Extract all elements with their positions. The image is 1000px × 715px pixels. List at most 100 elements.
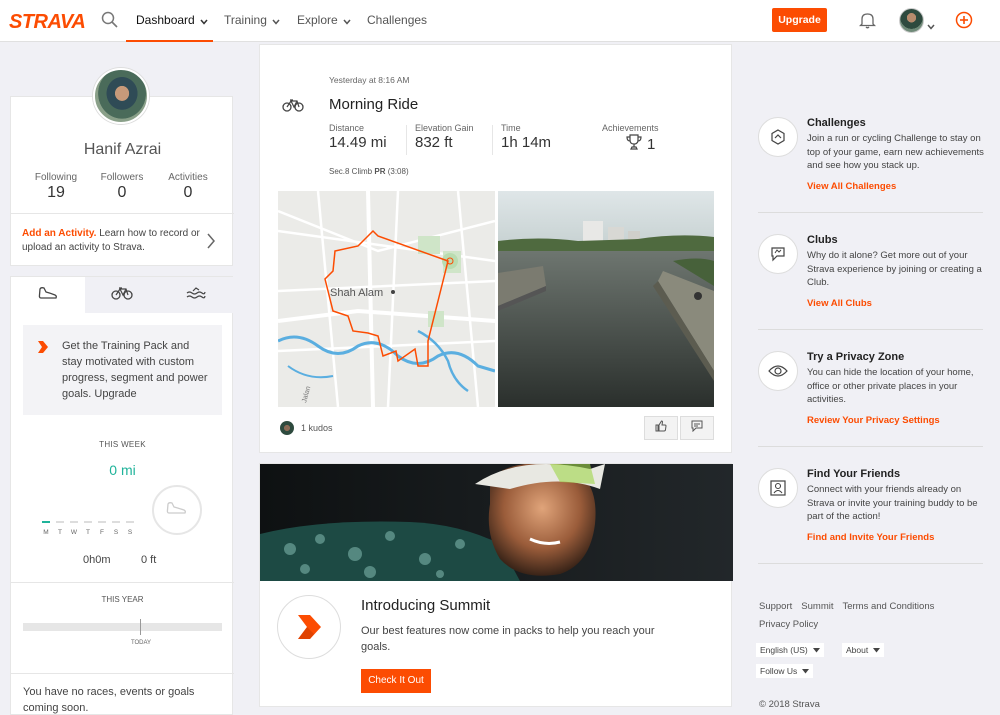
caret-down-icon — [873, 647, 881, 652]
this-week-label: THIS WEEK — [99, 440, 146, 449]
divider — [11, 213, 234, 214]
stat-activities[interactable]: Activities 0 — [153, 172, 223, 202]
footer-privacy-link[interactable]: Privacy Policy — [759, 619, 818, 630]
week-time: 0h0m — [83, 554, 111, 566]
promo-title: Challenges — [807, 117, 866, 129]
language-dropdown[interactable]: English (US) — [756, 643, 824, 657]
trophy-icon — [625, 133, 643, 155]
top-navigation-bar: STRAVA Dashboard Training Explore Challe… — [0, 0, 1000, 42]
day-bar — [70, 521, 78, 523]
chevron-right-icon[interactable] — [206, 233, 216, 254]
day-label: M — [43, 529, 49, 536]
bell-icon[interactable] — [858, 11, 877, 34]
nav-explore[interactable]: Explore — [297, 0, 351, 42]
segment-note: Sec.8 Climb PR (3:08) — [329, 167, 409, 176]
divider — [758, 563, 983, 564]
chevron-down-icon — [272, 1, 280, 41]
kudos-count[interactable]: 1 kudos — [301, 423, 333, 433]
copyright: © 2018 Strava — [759, 699, 820, 710]
metric-label: Distance — [329, 123, 365, 133]
run-shoe-icon — [38, 286, 58, 305]
run-shoe-icon — [166, 501, 188, 520]
footer-terms-link[interactable]: Terms and Conditions — [842, 601, 934, 612]
nav-training[interactable]: Training — [224, 0, 280, 42]
find-invite-friends-link[interactable]: Find and Invite Your Friends — [807, 532, 934, 543]
about-dropdown[interactable]: About — [842, 643, 885, 657]
training-pack-promo[interactable]: Get the Training Pack and stay motivated… — [23, 325, 222, 415]
weekly-goal-ring — [152, 485, 202, 535]
stat-followers[interactable]: Followers 0 — [87, 172, 157, 202]
stat-value: 0 — [183, 184, 193, 201]
search-icon[interactable] — [101, 11, 118, 33]
tab-ride[interactable] — [85, 277, 159, 313]
promo-title: Clubs — [807, 234, 838, 246]
stat-following[interactable]: Following 19 — [21, 172, 91, 202]
view-all-challenges-link[interactable]: View All Challenges — [807, 181, 896, 192]
caret-down-icon — [812, 647, 820, 652]
check-it-out-button[interactable]: Check It Out — [361, 669, 431, 693]
promo-body: Connect with your friends already on Str… — [807, 484, 978, 522]
review-privacy-settings-link[interactable]: Review Your Privacy Settings — [807, 415, 940, 426]
day-bar — [42, 521, 50, 523]
strava-logo[interactable]: STRAVA — [9, 11, 86, 34]
training-summary-card: Get the Training Pack and stay motivated… — [10, 276, 234, 715]
privacy-zone-promo: Try a Privacy Zone You can hide the loca… — [758, 351, 983, 441]
stat-label: Activities — [168, 172, 208, 183]
no-races-text: You have no races, events or goals comin… — [23, 686, 195, 714]
find-friends-promo: Find Your Friends Connect with your frie… — [758, 468, 983, 558]
promo-body: Why do it alone? Get more out of your St… — [807, 250, 982, 288]
avatar[interactable] — [899, 8, 924, 33]
promo-title: Find Your Friends — [807, 468, 901, 480]
nav-challenges[interactable]: Challenges — [367, 0, 427, 42]
stat-value: 0 — [117, 184, 127, 201]
follow-us-label: Follow Us — [760, 666, 798, 676]
chevron-down-icon[interactable] — [927, 17, 935, 35]
challenge-hex-icon — [758, 117, 798, 157]
tab-swim[interactable] — [159, 277, 233, 313]
divider — [758, 446, 983, 447]
summit-cyclist-photo — [260, 464, 733, 581]
profile-name[interactable]: Hanif Azrai — [11, 141, 234, 159]
add-activity-link[interactable]: Add an Activity. — [22, 228, 96, 239]
plus-circle-icon[interactable] — [955, 11, 973, 34]
this-year-label: THIS YEAR — [101, 595, 144, 604]
metric-value: 14.49 mi — [329, 134, 387, 151]
this-week-value: 0 mi — [109, 462, 136, 478]
today-label: TODAY — [130, 640, 152, 646]
summit-title: Introducing Summit — [361, 597, 491, 614]
segment-name[interactable]: Sec.8 Climb — [329, 167, 372, 176]
achievements-count: 1 — [647, 135, 656, 153]
stat-label: Followers — [100, 172, 144, 183]
day-bar — [84, 521, 92, 523]
give-kudos-button[interactable] — [644, 416, 678, 440]
add-activity-prompt[interactable]: Add an Activity. Learn how to record or … — [22, 227, 202, 255]
person-card-icon — [758, 468, 798, 508]
follow-us-dropdown[interactable]: Follow Us — [756, 664, 814, 678]
eye-icon — [758, 351, 798, 391]
footer-summit-link[interactable]: Summit — [801, 601, 833, 612]
summit-logo — [277, 595, 341, 659]
week-elevation: 0 ft — [141, 554, 157, 566]
comment-icon — [691, 419, 703, 437]
day-bar — [56, 521, 64, 523]
activity-title[interactable]: Morning Ride — [329, 96, 418, 113]
divider — [11, 582, 234, 583]
metric-distance: Distance 14.49 mi — [329, 123, 387, 151]
day-label: T — [58, 529, 62, 536]
comment-button[interactable] — [680, 416, 714, 440]
training-pack-text: Get the Training Pack and stay motivated… — [62, 340, 208, 400]
profile-avatar[interactable] — [93, 68, 149, 124]
footer-support-link[interactable]: Support — [759, 601, 792, 612]
club-flag-icon — [758, 234, 798, 274]
route-map[interactable]: Shah Alam Jalan — [278, 191, 495, 407]
segment-time: (3:08) — [387, 167, 409, 176]
chevron-down-icon — [200, 1, 208, 41]
metric-elevation: Elevation Gain 832 ft — [415, 123, 474, 151]
upgrade-button[interactable]: Upgrade — [772, 8, 827, 32]
tab-run[interactable] — [11, 277, 85, 313]
divider — [406, 125, 407, 155]
kudos-avatar[interactable] — [280, 421, 294, 435]
activity-photo-lake[interactable] — [498, 191, 714, 407]
view-all-clubs-link[interactable]: View All Clubs — [807, 298, 872, 309]
nav-dashboard[interactable]: Dashboard — [126, 0, 213, 42]
